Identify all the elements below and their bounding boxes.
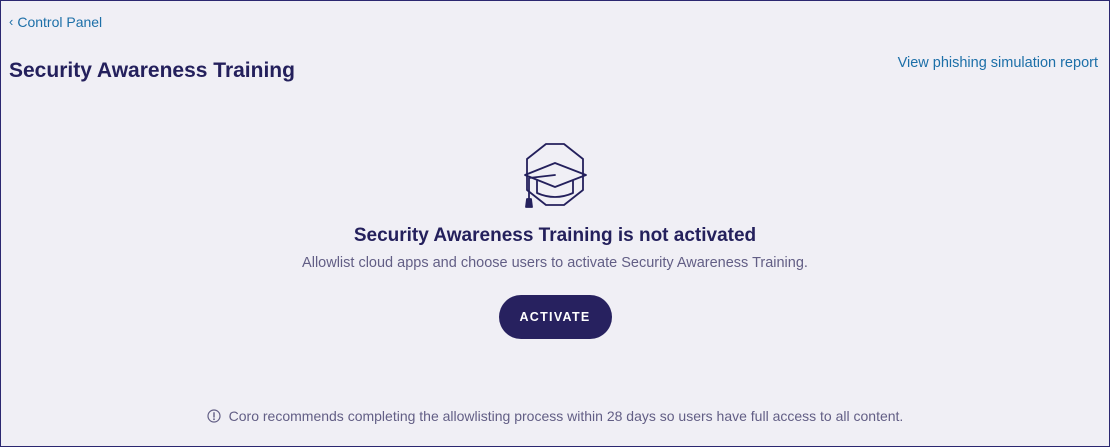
view-phishing-report-link[interactable]: View phishing simulation report	[898, 53, 1098, 73]
chevron-left-icon: ‹	[9, 14, 14, 29]
empty-state-title: Security Awareness Training is not activ…	[353, 225, 757, 246]
empty-state-subtitle: Allowlist cloud apps and choose users to…	[302, 255, 808, 271]
back-to-control-panel-link[interactable]: ‹ Control Panel	[9, 13, 102, 31]
recommendation-text: Coro recommends completing the allowlist…	[228, 408, 904, 424]
activate-button[interactable]: ACTIVATE	[498, 295, 612, 339]
page-title: Security Awareness Training	[9, 59, 295, 82]
page-frame: ‹ Control Panel Security Awareness Train…	[0, 0, 1110, 447]
empty-state: Security Awareness Training is not activ…	[1, 141, 1109, 339]
graduation-cap-icon	[524, 143, 587, 208]
allowlisting-recommendation-note: Coro recommends completing the allowlist…	[1, 406, 1109, 426]
info-icon	[207, 409, 221, 423]
back-link-label: Control Panel	[17, 14, 103, 30]
